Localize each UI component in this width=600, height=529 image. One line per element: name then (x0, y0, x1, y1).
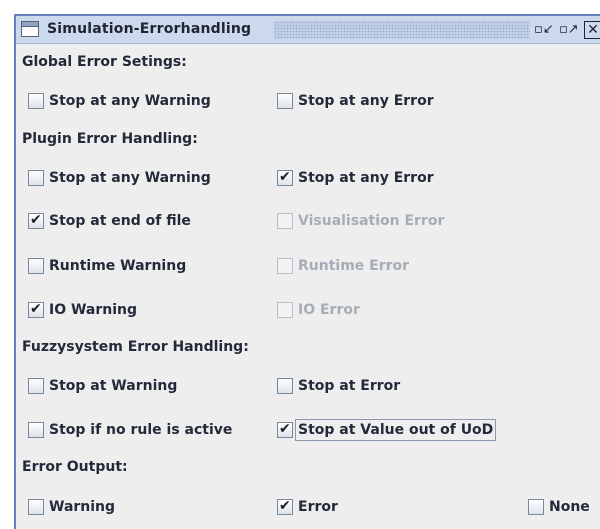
fuzzy-section-title: Fuzzysystem Error Handling: (22, 339, 249, 355)
close-icon[interactable]: ✕ (584, 21, 600, 39)
checkbox-icon[interactable] (277, 378, 293, 394)
errorhandling-panel: Global Error Setings: Stop at any Warnin… (16, 45, 600, 529)
output-warning-checkbox[interactable]: Warning (28, 497, 115, 517)
title-bar-grip[interactable] (274, 21, 530, 39)
checkbox-icon[interactable] (28, 378, 44, 394)
checkbox-icon[interactable] (28, 258, 44, 274)
checkbox-icon (277, 213, 293, 229)
fuzzy-stop-warning-checkbox[interactable]: Stop at Warning (28, 376, 177, 396)
checkbox-icon[interactable] (28, 499, 44, 515)
checkbox-icon[interactable] (28, 212, 44, 229)
plugin-visualisation-error-checkbox: Visualisation Error (277, 211, 444, 231)
checkbox-icon[interactable] (28, 301, 44, 318)
checkbox-icon[interactable] (28, 422, 44, 438)
maximize-icon[interactable]: ▫↗ (559, 21, 579, 39)
plugin-stop-any-error-checkbox[interactable]: Stop at any Error (277, 168, 434, 188)
global-stop-any-error-checkbox[interactable]: Stop at any Error (277, 91, 434, 111)
global-stop-any-warning-checkbox[interactable]: Stop at any Warning (28, 91, 211, 111)
window-icon (21, 21, 39, 37)
plugin-stop-end-of-file-checkbox[interactable]: Stop at end of file (28, 211, 191, 231)
plugin-io-warning-checkbox[interactable]: IO Warning (28, 300, 137, 320)
minimize-icon[interactable]: ▫↙ (534, 21, 554, 39)
output-section-title: Error Output: (22, 459, 128, 475)
plugin-stop-any-warning-checkbox[interactable]: Stop at any Warning (28, 168, 211, 188)
fuzzy-no-rule-active-checkbox[interactable]: Stop if no rule is active (28, 420, 232, 440)
simulation-errorhandling-window: Simulation-Errorhandling ▫↙ ▫↗ ✕ Global … (14, 14, 600, 529)
plugin-section-title: Plugin Error Handling: (22, 131, 198, 147)
plugin-io-error-checkbox: IO Error (277, 300, 360, 320)
plugin-runtime-warning-checkbox[interactable]: Runtime Warning (28, 256, 186, 276)
fuzzy-value-out-of-uod-checkbox[interactable]: Stop at Value out of UoD (277, 419, 497, 441)
global-section-title: Global Error Setings: (22, 54, 187, 70)
window-title: Simulation-Errorhandling (47, 21, 252, 37)
checkbox-icon (277, 258, 293, 274)
checkbox-icon[interactable] (28, 170, 44, 186)
output-none-checkbox[interactable]: None (528, 497, 590, 517)
plugin-runtime-error-checkbox: Runtime Error (277, 256, 409, 276)
fuzzy-stop-error-checkbox[interactable]: Stop at Error (277, 376, 400, 396)
checkbox-icon[interactable] (277, 169, 293, 186)
checkbox-icon[interactable] (528, 499, 544, 515)
checkbox-icon[interactable] (277, 93, 293, 109)
checkbox-icon[interactable] (277, 421, 293, 438)
output-error-checkbox[interactable]: Error (277, 497, 338, 517)
checkbox-icon (277, 302, 293, 318)
checkbox-icon[interactable] (277, 498, 293, 515)
checkbox-icon[interactable] (28, 93, 44, 109)
title-bar[interactable]: Simulation-Errorhandling ▫↙ ▫↗ ✕ (16, 16, 600, 44)
